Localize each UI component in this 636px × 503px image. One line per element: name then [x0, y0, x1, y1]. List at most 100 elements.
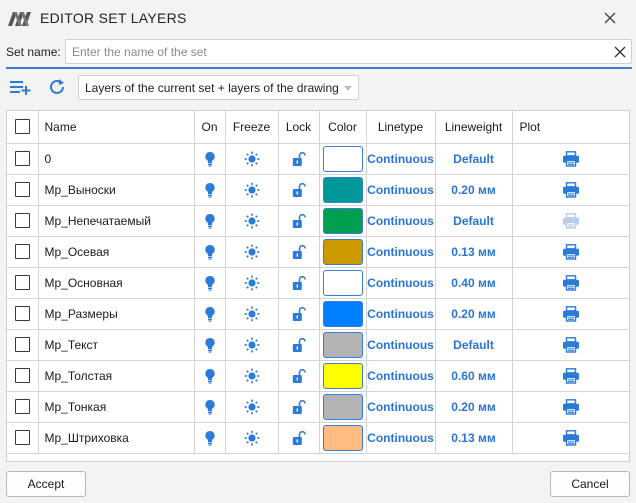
- on-toggle[interactable]: [194, 360, 226, 392]
- header-on[interactable]: On: [194, 111, 226, 144]
- linetype-cell[interactable]: Continuous: [366, 236, 436, 268]
- table-row[interactable]: Мр_Основная Continuous 0.40 мм: [7, 267, 629, 299]
- layer-name[interactable]: Мр_Выноски: [38, 174, 195, 206]
- on-toggle[interactable]: [194, 267, 226, 299]
- row-checkbox[interactable]: [14, 244, 30, 260]
- on-toggle[interactable]: [194, 329, 226, 361]
- layer-name[interactable]: Мр_Непечатаемый: [38, 205, 195, 237]
- on-toggle[interactable]: [194, 143, 226, 175]
- lock-toggle[interactable]: [278, 360, 320, 392]
- layer-name[interactable]: Мр_Текст: [38, 329, 195, 361]
- freeze-toggle[interactable]: [225, 298, 279, 330]
- color-swatch[interactable]: [322, 393, 363, 420]
- linetype-cell[interactable]: Continuous: [366, 360, 436, 392]
- header-linetype[interactable]: Linetype: [366, 111, 436, 144]
- row-checkbox[interactable]: [14, 368, 30, 384]
- lock-toggle[interactable]: [278, 143, 320, 175]
- row-checkbox[interactable]: [14, 399, 30, 415]
- lineweight-cell[interactable]: Default: [435, 143, 513, 175]
- lock-toggle[interactable]: [278, 236, 320, 268]
- header-lock[interactable]: Lock: [278, 111, 320, 144]
- color-cell[interactable]: [319, 143, 367, 175]
- table-row[interactable]: Мр_Непечатаемый Continuous Default: [7, 205, 629, 237]
- layer-name[interactable]: Мр_Тонкая: [38, 391, 195, 423]
- header-name[interactable]: Name: [38, 111, 195, 144]
- table-row[interactable]: 0 Continuous Default: [7, 143, 629, 175]
- color-swatch[interactable]: [322, 176, 363, 203]
- set-name-input[interactable]: [72, 44, 602, 60]
- linetype-cell[interactable]: Continuous: [366, 391, 436, 423]
- set-name-field[interactable]: [65, 39, 632, 64]
- color-swatch[interactable]: [322, 331, 363, 358]
- lineweight-cell[interactable]: 0.20 мм: [435, 174, 513, 206]
- color-swatch[interactable]: [322, 362, 363, 389]
- table-row[interactable]: Мр_Осевая Continuous 0.13 мм: [7, 236, 629, 268]
- color-cell[interactable]: [319, 205, 367, 237]
- plot-toggle[interactable]: [512, 205, 629, 237]
- on-toggle[interactable]: [194, 174, 226, 206]
- color-swatch[interactable]: [322, 238, 363, 265]
- plot-toggle[interactable]: [512, 422, 629, 454]
- lock-toggle[interactable]: [278, 298, 320, 330]
- linetype-cell[interactable]: Continuous: [366, 267, 436, 299]
- color-swatch[interactable]: [322, 424, 363, 451]
- lock-toggle[interactable]: [278, 391, 320, 423]
- layer-name[interactable]: Мр_Осевая: [38, 236, 195, 268]
- freeze-toggle[interactable]: [225, 422, 279, 454]
- table-row[interactable]: Мр_Текст Continuous Default: [7, 329, 629, 361]
- plot-toggle[interactable]: [512, 329, 629, 361]
- layer-name[interactable]: Мр_Размеры: [38, 298, 195, 330]
- plot-toggle[interactable]: [512, 236, 629, 268]
- layer-name[interactable]: Мр_Толстая: [38, 360, 195, 392]
- color-cell[interactable]: [319, 391, 367, 423]
- select-all-checkbox[interactable]: [14, 119, 30, 135]
- linetype-cell[interactable]: Continuous: [366, 329, 436, 361]
- linetype-cell[interactable]: Continuous: [366, 422, 436, 454]
- freeze-toggle[interactable]: [225, 329, 279, 361]
- color-swatch[interactable]: [322, 145, 363, 172]
- lineweight-cell[interactable]: 0.13 мм: [435, 236, 513, 268]
- layers-filter-dropdown[interactable]: Layers of the current set + layers of th…: [78, 75, 359, 100]
- freeze-toggle[interactable]: [225, 360, 279, 392]
- plot-toggle[interactable]: [512, 391, 629, 423]
- on-toggle[interactable]: [194, 205, 226, 237]
- on-toggle[interactable]: [194, 391, 226, 423]
- lineweight-cell[interactable]: 0.20 мм: [435, 391, 513, 423]
- lock-toggle[interactable]: [278, 174, 320, 206]
- lineweight-cell[interactable]: 0.60 мм: [435, 360, 513, 392]
- plot-toggle[interactable]: [512, 174, 629, 206]
- table-row[interactable]: Мр_Толстая Continuous 0.60 мм: [7, 360, 629, 392]
- layer-name[interactable]: Мр_Штриховка: [38, 422, 195, 454]
- row-checkbox[interactable]: [14, 182, 30, 198]
- lock-toggle[interactable]: [278, 329, 320, 361]
- freeze-toggle[interactable]: [225, 391, 279, 423]
- linetype-cell[interactable]: Continuous: [366, 143, 436, 175]
- linetype-cell[interactable]: Continuous: [366, 205, 436, 237]
- header-plot[interactable]: Plot: [512, 111, 629, 144]
- header-color[interactable]: Color: [319, 111, 367, 144]
- freeze-toggle[interactable]: [225, 267, 279, 299]
- table-row[interactable]: Мр_Выноски Continuous 0.20 мм: [7, 174, 629, 206]
- table-row[interactable]: Мр_Размеры Continuous 0.20 мм: [7, 298, 629, 330]
- header-lineweight[interactable]: Lineweight: [435, 111, 513, 144]
- cancel-button[interactable]: Cancel: [550, 471, 630, 497]
- color-swatch[interactable]: [322, 207, 363, 234]
- freeze-toggle[interactable]: [225, 174, 279, 206]
- freeze-toggle[interactable]: [225, 236, 279, 268]
- layer-name[interactable]: 0: [38, 143, 195, 175]
- table-row[interactable]: Мр_Тонкая Continuous 0.20 мм: [7, 391, 629, 423]
- header-freeze[interactable]: Freeze: [225, 111, 279, 144]
- row-checkbox[interactable]: [14, 430, 30, 446]
- lock-toggle[interactable]: [278, 267, 320, 299]
- color-swatch[interactable]: [322, 300, 363, 327]
- plot-toggle[interactable]: [512, 267, 629, 299]
- color-cell[interactable]: [319, 267, 367, 299]
- row-checkbox[interactable]: [14, 275, 30, 291]
- freeze-toggle[interactable]: [225, 205, 279, 237]
- table-row[interactable]: Мр_Штриховка Continuous 0.13 мм: [7, 422, 629, 454]
- color-swatch[interactable]: [322, 269, 363, 296]
- on-toggle[interactable]: [194, 422, 226, 454]
- clear-icon[interactable]: [613, 45, 627, 59]
- linetype-cell[interactable]: Continuous: [366, 298, 436, 330]
- accept-button[interactable]: Accept: [6, 471, 86, 497]
